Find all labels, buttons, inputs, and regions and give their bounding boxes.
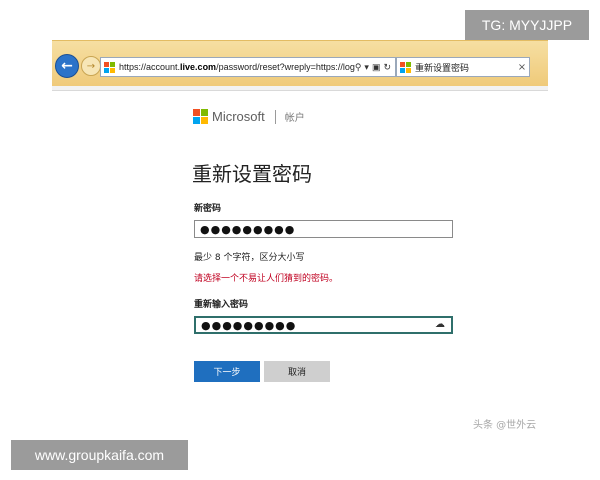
new-password-value: ●●●●●●●●●	[200, 222, 296, 236]
refresh-icon[interactable]: ↻	[383, 62, 391, 73]
microsoft-favicon-icon	[400, 61, 411, 73]
arrow-left-icon: ←	[61, 58, 73, 74]
page-title: 重新设置密码	[192, 162, 312, 186]
brand-section: 帐户	[284, 113, 305, 124]
arrow-right-icon: →	[86, 60, 96, 72]
author-credit: 头条 @世外云	[473, 420, 537, 431]
dropdown-icon[interactable]: ▾	[364, 62, 369, 73]
divider	[274, 109, 276, 124]
watermark-top: TG: MYYJJPP	[465, 10, 589, 40]
cancel-button[interactable]: 取消	[264, 361, 330, 382]
microsoft-favicon-icon	[104, 61, 115, 73]
browser-toolbar-border	[52, 86, 548, 91]
show-password-icon[interactable]: ☁	[435, 319, 445, 330]
new-password-label: 新密码	[194, 204, 222, 214]
forward-button[interactable]: →	[81, 56, 101, 76]
close-icon[interactable]: ×	[515, 62, 529, 73]
back-button[interactable]: ←	[55, 54, 79, 78]
confirm-password-value: ●●●●●●●●●	[201, 318, 297, 332]
microsoft-account-header: Microsoft 帐户	[193, 109, 305, 124]
search-icon[interactable]: ⚲	[355, 62, 362, 73]
password-requirement: 最少 8 个字符，区分大小写	[194, 253, 305, 263]
microsoft-logo-icon	[193, 109, 208, 124]
tab-title: 重新设置密码	[415, 63, 470, 74]
confirm-password-field[interactable]: ●●●●●●●●● ☁	[194, 316, 453, 334]
brand-name: Microsoft	[212, 109, 265, 124]
lock-icon[interactable]: ▣	[372, 62, 381, 73]
address-bar[interactable]: https://account.live.com/password/reset?…	[100, 57, 396, 77]
confirm-password-label: 重新输入密码	[194, 300, 249, 310]
new-password-field[interactable]: ●●●●●●●●●	[194, 220, 453, 238]
next-button[interactable]: 下一步	[194, 361, 260, 382]
watermark-bottom: www.groupkaifa.com	[11, 440, 188, 470]
browser-tab[interactable]: 重新设置密码 ×	[396, 57, 530, 77]
address-url: https://account.live.com/password/reset?…	[119, 62, 355, 72]
password-warning: 请选择一个不易让人们猜到的密码。	[194, 274, 339, 284]
